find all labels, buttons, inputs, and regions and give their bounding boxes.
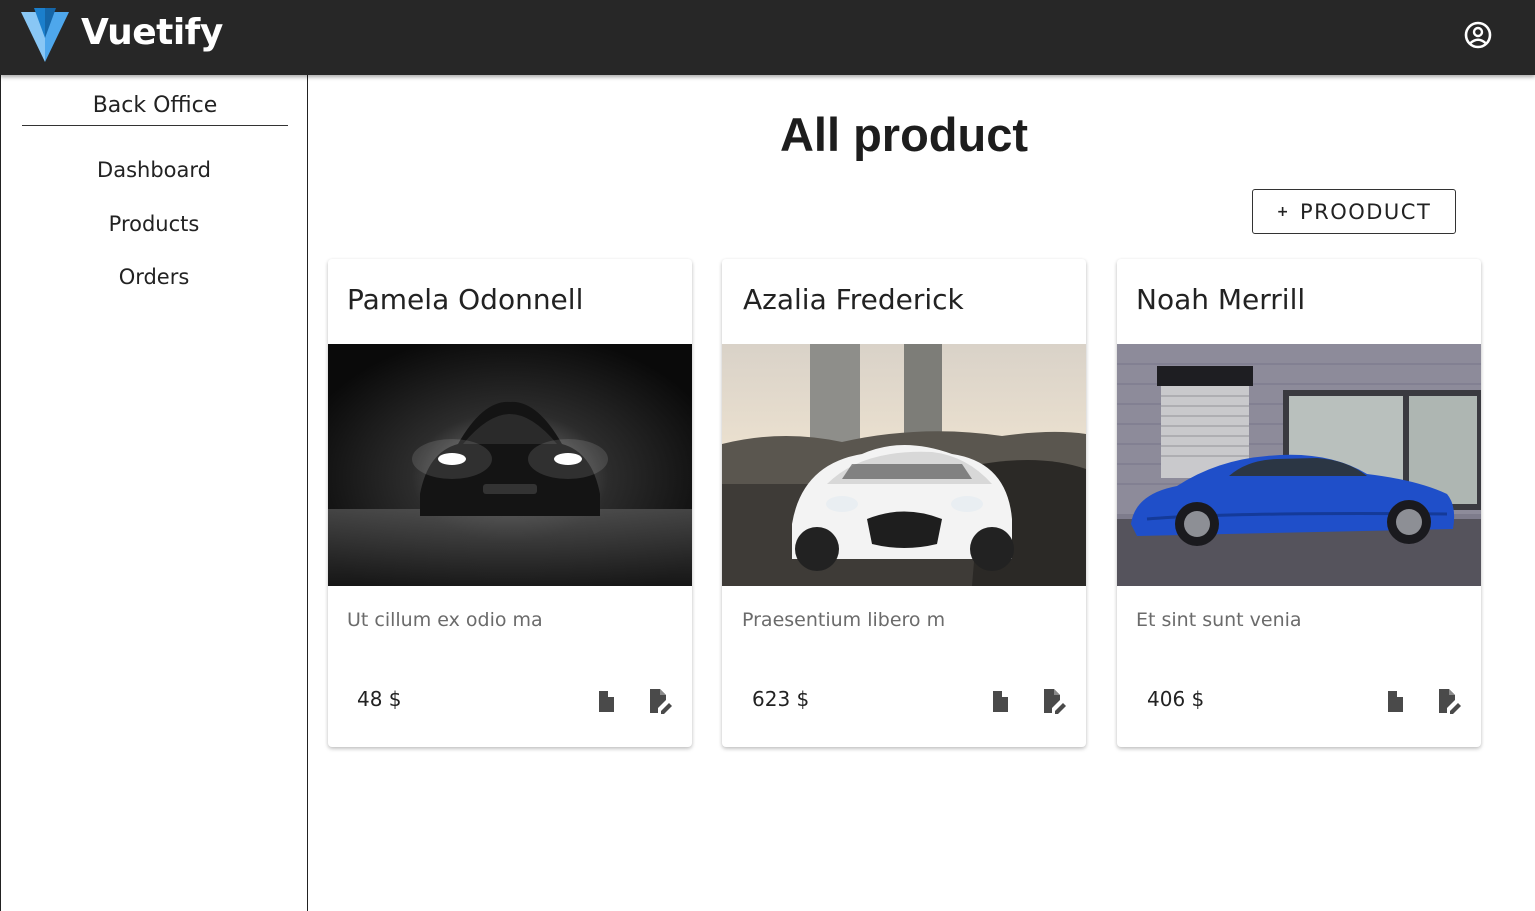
- product-card: Noah Merrill Et sint sunt venia 406 $: [1117, 259, 1481, 747]
- product-price: 406 $: [1147, 687, 1205, 711]
- edit-button[interactable]: [1040, 687, 1068, 719]
- delete-icon: [1384, 688, 1406, 718]
- product-description: Praesentium libero m: [742, 609, 946, 631]
- sidebar-item-dashboard[interactable]: Dashboard: [1, 158, 307, 182]
- product-card: Pamela Odonnell Ut cillum ex odio ma 48 …: [328, 259, 692, 747]
- page-title: All product: [779, 108, 1029, 161]
- account-button[interactable]: [1461, 20, 1495, 54]
- delete-icon: [595, 688, 617, 718]
- sidebar-item-products[interactable]: Products: [1, 212, 307, 236]
- app-bar: Vuetify: [0, 0, 1535, 75]
- sidebar-title: Back Office: [22, 93, 288, 126]
- edit-icon: [1436, 687, 1462, 719]
- delete-icon: [989, 688, 1011, 718]
- edit-button[interactable]: [1435, 687, 1463, 719]
- account-circle-icon: [1463, 20, 1493, 54]
- product-image: [1117, 344, 1481, 586]
- sidebar-item-orders[interactable]: Orders: [1, 265, 307, 289]
- delete-button[interactable]: [1381, 687, 1409, 719]
- app-brand: Vuetify: [81, 12, 223, 53]
- delete-button[interactable]: [986, 687, 1014, 719]
- delete-button[interactable]: [592, 687, 620, 719]
- product-image: [722, 344, 1086, 586]
- product-name: Pamela Odonnell: [347, 283, 584, 316]
- plus-icon: +: [1276, 203, 1290, 220]
- sidebar: Back Office Dashboard Products Orders: [0, 75, 308, 911]
- product-description: Et sint sunt venia: [1136, 609, 1302, 631]
- product-image: [328, 344, 692, 586]
- edit-button[interactable]: [646, 687, 674, 719]
- edit-icon: [1041, 687, 1067, 719]
- add-product-label: PROODUCT: [1299, 199, 1432, 224]
- product-card: Azalia Frederick Praesentium libero m 62…: [722, 259, 1086, 747]
- edit-icon: [647, 687, 673, 719]
- add-product-button[interactable]: + PROODUCT: [1252, 189, 1456, 234]
- product-description: Ut cillum ex odio ma: [347, 609, 543, 631]
- product-price: 623 $: [752, 687, 810, 711]
- vuetify-logo-icon: [19, 6, 71, 64]
- product-name: Noah Merrill: [1136, 283, 1306, 316]
- product-price: 48 $: [357, 687, 402, 711]
- product-name: Azalia Frederick: [743, 283, 964, 316]
